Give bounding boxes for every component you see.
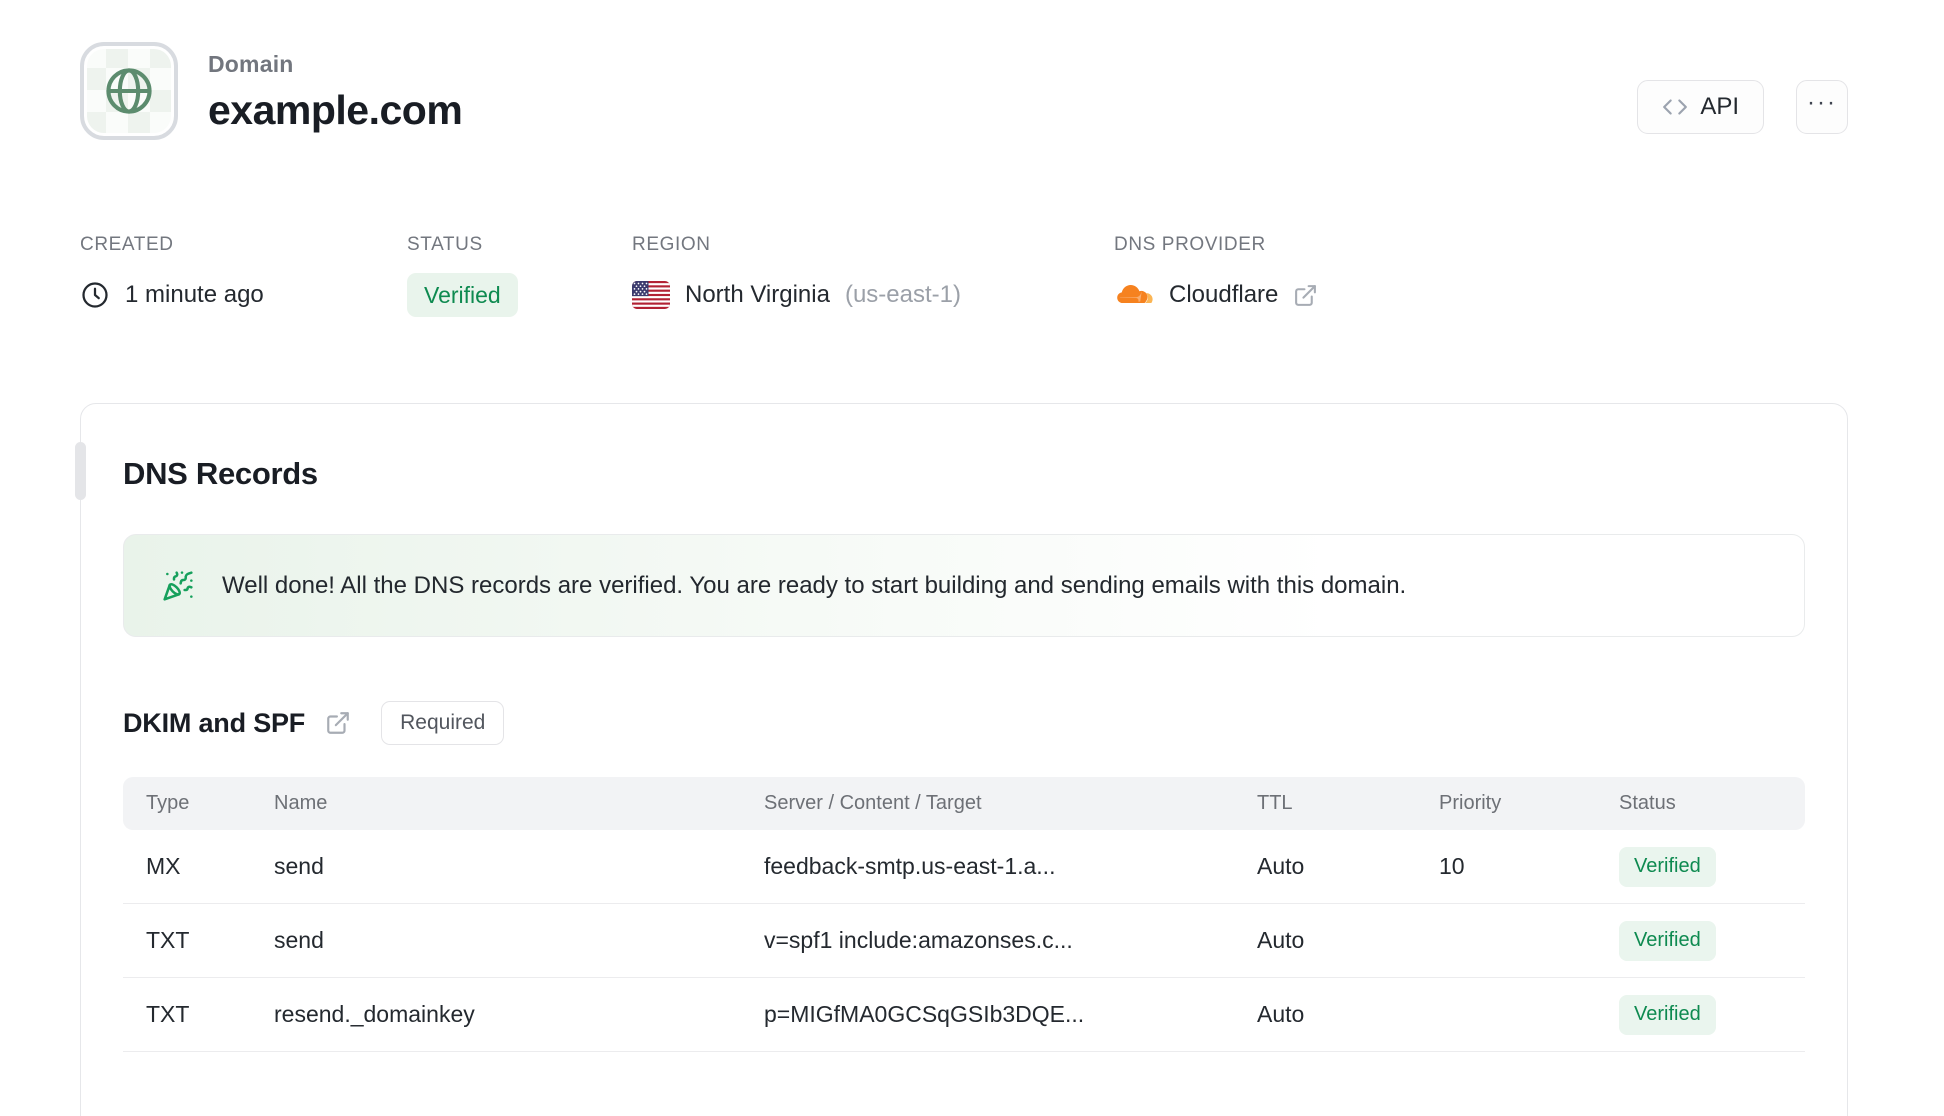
status-badge: Verified	[407, 273, 518, 317]
row-status-badge: Verified	[1619, 920, 1716, 961]
api-button[interactable]: API	[1637, 80, 1764, 134]
table-row[interactable]: MX send feedback-smtp.us-east-1.a... Aut…	[123, 830, 1805, 904]
header-actions: API ···	[1637, 42, 1848, 134]
col-name: Name	[274, 792, 328, 814]
cell-type: MX	[146, 853, 181, 879]
globe-icon	[100, 62, 158, 120]
domain-detail-page: Domain example.com API ··· CREATED 1 min…	[0, 0, 1944, 1116]
row-status-badge: Verified	[1619, 994, 1716, 1035]
cell-ttl: Auto	[1257, 927, 1305, 953]
cell-name: resend._domainkey	[274, 1001, 475, 1027]
cell-ttl: Auto	[1257, 853, 1305, 879]
meta-dns-provider-label: DNS PROVIDER	[1114, 234, 1266, 255]
required-badge: Required	[381, 701, 505, 745]
success-banner: Well done! All the DNS records are verif…	[123, 534, 1805, 637]
cloudflare-icon	[1114, 281, 1154, 309]
cell-name: send	[274, 853, 324, 879]
success-message: Well done! All the DNS records are verif…	[222, 571, 1407, 599]
col-ttl: TTL	[1257, 792, 1293, 814]
col-content: Server / Content / Target	[764, 792, 982, 814]
col-type: Type	[146, 792, 190, 814]
table-header-row: Type Name Server / Content / Target TTL …	[123, 777, 1805, 830]
meta-region-label: REGION	[632, 234, 711, 255]
meta-region: REGION North Virginia (us-east-1)	[632, 234, 1114, 317]
card-scroll-tab	[75, 442, 86, 500]
page-header: Domain example.com API ···	[80, 42, 1848, 140]
meta-region-value: North Virginia	[685, 281, 830, 308]
page-title: example.com	[208, 87, 463, 133]
table-row[interactable]: TXT send v=spf1 include:amazonses.c... A…	[123, 904, 1805, 978]
dns-records-title: DNS Records	[123, 456, 318, 491]
dkim-spf-section-header: DKIM and SPF Required	[123, 701, 1805, 745]
meta-created-label: CREATED	[80, 234, 174, 255]
cell-content: p=MIGfMA0GCSqGSIb3DQE...	[764, 1001, 1085, 1027]
meta-status: STATUS Verified	[407, 234, 632, 317]
ellipsis-icon: ···	[1807, 89, 1837, 116]
domain-meta-row: CREATED 1 minute ago STATUS Verified REG…	[80, 234, 1848, 317]
external-link-icon[interactable]	[325, 710, 351, 736]
code-icon	[1662, 94, 1688, 120]
cell-ttl: Auto	[1257, 1001, 1305, 1027]
meta-dns-provider: DNS PROVIDER Cloudflare	[1114, 234, 1318, 317]
cell-priority: 10	[1439, 853, 1465, 879]
dkim-spf-title: DKIM and SPF	[123, 707, 306, 738]
more-options-button[interactable]: ···	[1796, 80, 1848, 134]
row-status-badge: Verified	[1619, 846, 1716, 887]
title-block: Domain example.com	[208, 42, 463, 134]
meta-region-code: (us-east-1)	[844, 281, 961, 308]
col-priority: Priority	[1439, 792, 1502, 814]
cell-name: send	[274, 927, 324, 953]
cell-type: TXT	[146, 927, 190, 953]
meta-created: CREATED 1 minute ago	[80, 234, 407, 317]
cell-type: TXT	[146, 1001, 190, 1027]
cell-content: v=spf1 include:amazonses.c...	[764, 927, 1073, 953]
col-status: Status	[1619, 792, 1676, 814]
meta-status-label: STATUS	[407, 234, 483, 255]
us-flag-icon	[632, 281, 670, 309]
party-popper-icon	[162, 570, 194, 602]
dns-records-card: DNS Records Well done! All the DNS recor…	[75, 403, 1848, 1116]
cell-content: feedback-smtp.us-east-1.a...	[764, 853, 1056, 879]
external-link-icon[interactable]	[1293, 283, 1318, 308]
meta-created-value: 1 minute ago	[125, 281, 264, 308]
api-button-label: API	[1700, 93, 1739, 120]
table-row[interactable]: TXT resend._domainkey p=MIGfMA0GCSqGSIb3…	[123, 978, 1805, 1052]
clock-icon	[80, 280, 110, 310]
page-eyebrow: Domain	[208, 51, 294, 77]
domain-avatar	[80, 42, 178, 140]
dns-records-table: Type Name Server / Content / Target TTL …	[123, 777, 1805, 1052]
meta-dns-provider-value: Cloudflare	[1169, 281, 1279, 308]
